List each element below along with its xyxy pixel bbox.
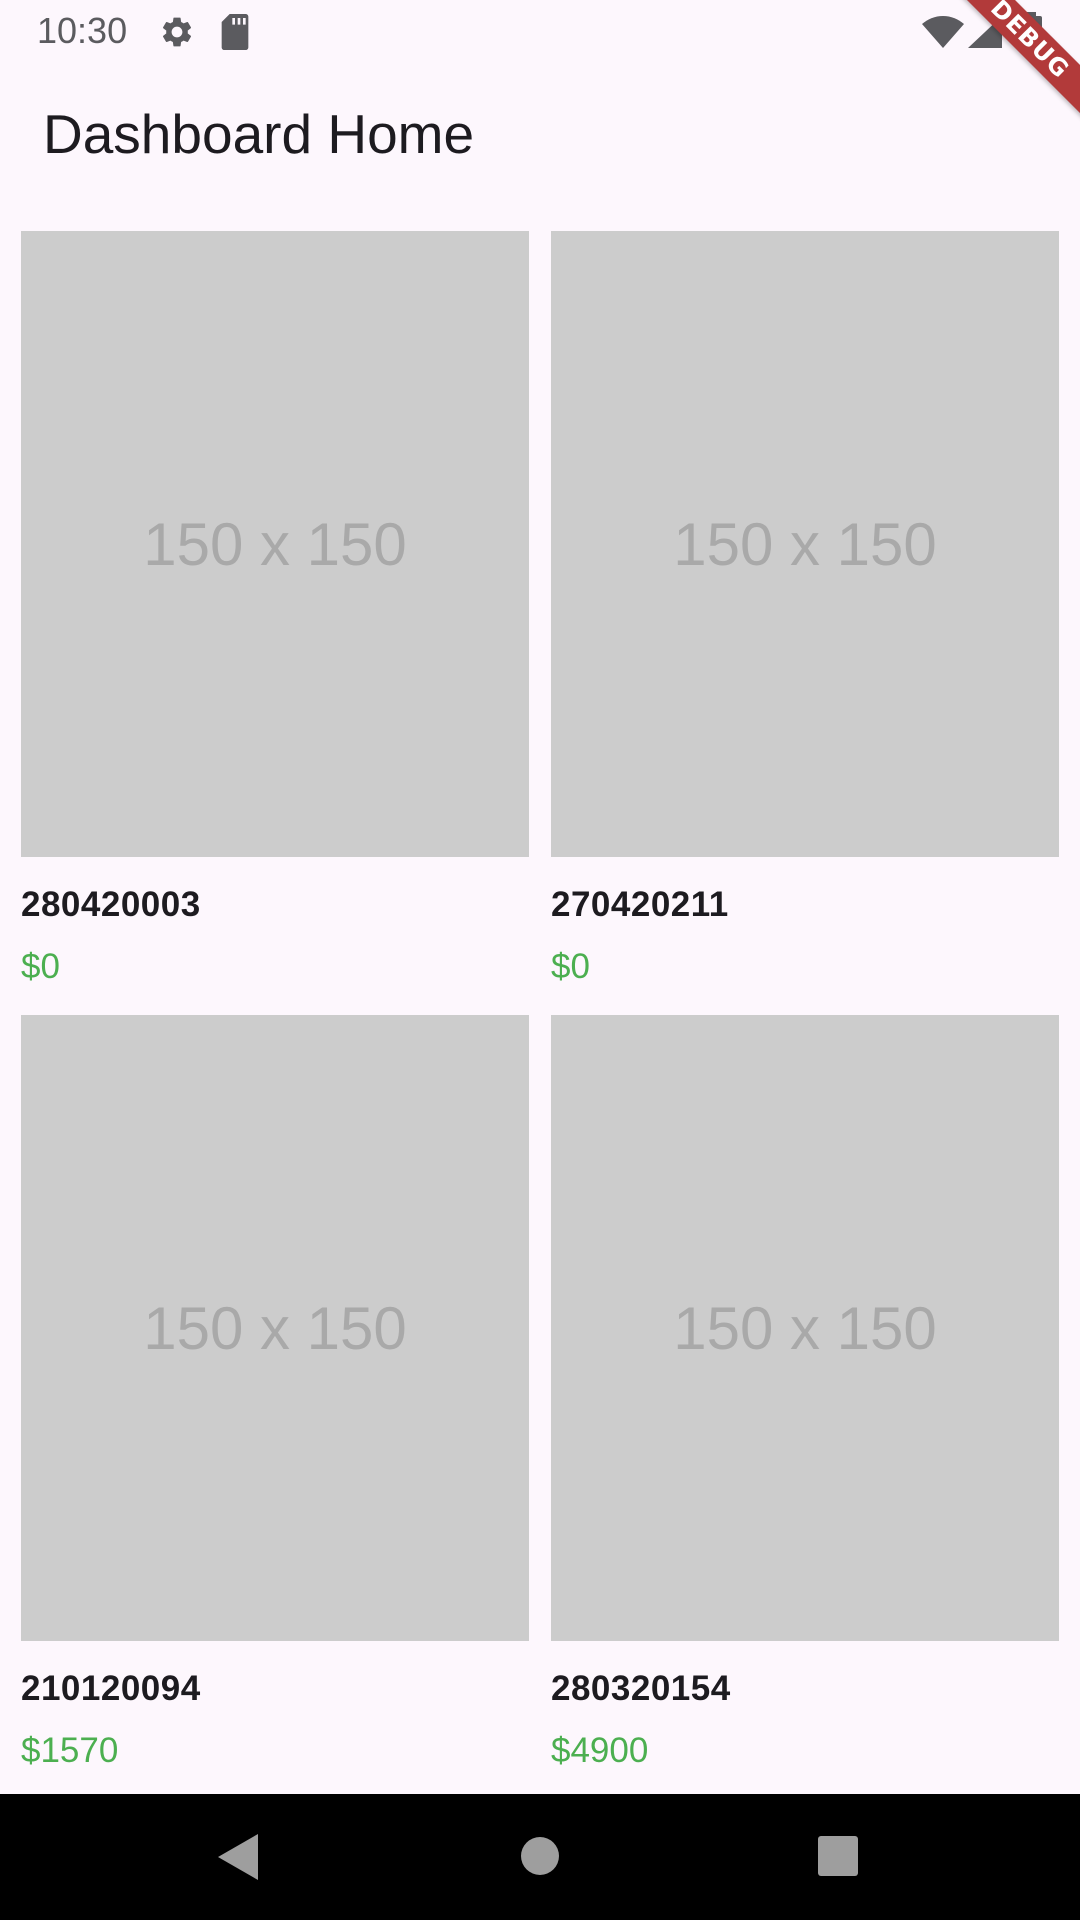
page-title: Dashboard Home xyxy=(43,103,475,165)
product-grid: 150 x 150 280420003 $0 150 x 150 2704202… xyxy=(21,231,1059,1799)
back-icon[interactable] xyxy=(218,1834,258,1880)
product-title: 270420211 xyxy=(551,885,729,924)
product-card[interactable]: 150 x 150 280420003 $0 xyxy=(21,231,529,1015)
product-price: $4900 xyxy=(551,1731,649,1770)
image-placeholder-label: 150 x 150 xyxy=(143,510,407,578)
status-bar: 10:30 xyxy=(0,0,1080,64)
product-title: 280320154 xyxy=(551,1669,731,1708)
recents-icon[interactable] xyxy=(818,1836,858,1876)
product-price: $1570 xyxy=(21,1731,119,1770)
product-image[interactable]: 150 x 150 xyxy=(21,231,529,857)
product-card[interactable]: 150 x 150 280320154 $4900 xyxy=(551,1015,1059,1799)
product-image[interactable]: 150 x 150 xyxy=(551,1015,1059,1641)
sd-card-icon xyxy=(219,14,251,50)
product-title: 210120094 xyxy=(21,1669,201,1708)
home-icon[interactable] xyxy=(520,1836,560,1876)
product-card[interactable]: 150 x 150 270420211 $0 xyxy=(551,231,1059,1015)
image-placeholder-label: 150 x 150 xyxy=(143,1294,407,1362)
product-card[interactable]: 150 x 150 210120094 $1570 xyxy=(21,1015,529,1799)
product-price: $0 xyxy=(21,947,60,986)
image-placeholder-label: 150 x 150 xyxy=(673,510,937,578)
image-placeholder-label: 150 x 150 xyxy=(673,1294,937,1362)
gear-icon xyxy=(159,14,195,50)
wifi-icon xyxy=(922,16,964,48)
product-image[interactable]: 150 x 150 xyxy=(21,1015,529,1641)
system-nav-bar xyxy=(0,1794,1080,1920)
product-image[interactable]: 150 x 150 xyxy=(551,231,1059,857)
product-title: 280420003 xyxy=(21,885,201,924)
product-price: $0 xyxy=(551,947,590,986)
status-time: 10:30 xyxy=(37,10,128,51)
